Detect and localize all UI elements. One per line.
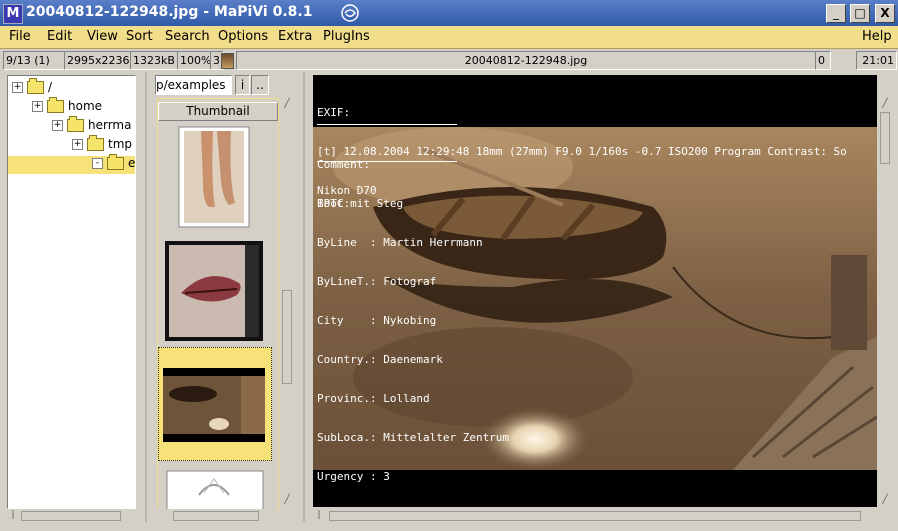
iptc-country: Country.: Daenemark [317, 353, 443, 366]
scroll-up-icon[interactable]: ╱ [281, 98, 293, 110]
viewer-vscrollbar[interactable]: ╱ ╱ [879, 98, 891, 508]
viewer-hscrollbar[interactable]: | [313, 509, 877, 521]
collapse-icon[interactable]: - [92, 158, 103, 169]
expand-icon[interactable]: + [32, 101, 43, 112]
swirl-icon [341, 4, 359, 22]
menu-edit[interactable]: Edit [47, 29, 72, 44]
title-bar[interactable]: M 20040812-122948.jpg - MaPiVi 0.8.1 _ □… [0, 0, 898, 27]
menu-file[interactable]: File [9, 29, 31, 44]
info-tab[interactable]: i [235, 75, 250, 95]
status-time: 21:01 [856, 51, 897, 70]
divider [317, 161, 457, 162]
divider [317, 124, 457, 125]
folder-icon [87, 135, 104, 151]
thumbnail-list[interactable]: Thumbnail [157, 98, 279, 512]
boat-image [163, 368, 265, 442]
scroll-thumb[interactable] [21, 511, 121, 521]
comment-heading: Comment: [317, 158, 370, 171]
lips-image [165, 241, 263, 341]
status-filename: 20040812-122948.jpg [236, 51, 816, 70]
splitter-left[interactable] [145, 72, 147, 522]
thumbnail-hscrollbar[interactable] [157, 509, 277, 521]
thumbnail-header[interactable]: Thumbnail [158, 102, 278, 121]
flower-thumbnail[interactable] [159, 465, 269, 512]
lips-thumbnail[interactable] [159, 235, 269, 343]
scroll-up-icon[interactable]: ╱ [879, 98, 891, 110]
iptc-heading: IPTC: [317, 197, 351, 210]
menu-help[interactable]: Help [862, 29, 892, 44]
directory-tree[interactable]: + / + home + herrma + tmp -e [7, 75, 136, 509]
app-icon[interactable]: M [3, 4, 23, 24]
boat-thumbnail[interactable] [158, 347, 272, 461]
iptc-byline: ByLine : Martin Herrmann [317, 236, 483, 249]
iptc-city: City : Nykobing [317, 314, 437, 327]
folder-icon [47, 97, 64, 113]
scroll-left-icon[interactable]: | [313, 509, 325, 521]
tree-node-label: home [68, 99, 103, 113]
thumb-tabs: p/examples i .. [155, 75, 279, 95]
tree-node-root[interactable]: + / [12, 78, 53, 98]
menu-sort[interactable]: Sort [126, 29, 153, 44]
scroll-down-icon[interactable]: ╱ [879, 494, 891, 506]
status-position: 9/13 (1) [3, 51, 66, 70]
menu-options[interactable]: Options [218, 29, 268, 44]
feet-thumbnail[interactable] [159, 123, 269, 231]
exif-overlay: EXIF: [t] 12.08.2004 12:29:48 18mm (27mm… [317, 80, 877, 197]
tree-node-selected[interactable]: -e [8, 154, 136, 174]
image-viewer[interactable]: EXIF: [t] 12.08.2004 12:29:48 18mm (27mm… [313, 75, 877, 507]
scroll-thumb[interactable] [173, 511, 259, 521]
flower-image [166, 470, 264, 512]
iptc-overlay: IPTC: ByLine : Martin Herrmann ByLineT.:… [317, 171, 509, 507]
scroll-thumb[interactable] [282, 290, 292, 384]
exif-heading: EXIF: [317, 106, 351, 119]
splitter-right[interactable] [303, 72, 305, 522]
folder-icon [107, 154, 124, 170]
menu-extra[interactable]: Extra [278, 29, 312, 44]
close-button[interactable]: X [875, 4, 895, 23]
tree-node-herrma[interactable]: + herrma [52, 116, 132, 136]
tree-node-label: / [48, 80, 53, 94]
window-title: 20040812-122948.jpg - MaPiVi 0.8.1 [26, 4, 313, 20]
menu-search[interactable]: Search [165, 29, 210, 44]
scroll-down-icon[interactable]: ╱ [281, 494, 293, 506]
scroll-thumb[interactable] [329, 511, 861, 521]
expand-icon[interactable]: + [12, 82, 23, 93]
feet-image [178, 126, 250, 228]
iptc-bylinetitle: ByLineT.: Fotograf [317, 275, 437, 288]
iptc-province: Provinc.: Lolland [317, 392, 430, 405]
tree-hscrollbar[interactable]: | [7, 509, 134, 521]
status-count: 0 [815, 51, 831, 70]
scroll-thumb[interactable] [880, 112, 890, 164]
tree-node-label: tmp [108, 137, 133, 151]
menu-plugins[interactable]: PlugIns [323, 29, 370, 44]
minimize-button[interactable]: _ [826, 4, 846, 23]
tree-node-label: herrma [88, 118, 132, 132]
mini-preview-icon [221, 53, 234, 69]
scroll-left-icon[interactable]: | [7, 509, 19, 521]
tree-node-tmp[interactable]: + tmp [72, 135, 133, 155]
folder-icon [27, 78, 44, 94]
tree-node-label: e [128, 156, 136, 170]
thumbnail-vscrollbar[interactable]: ╱ ╱ [281, 98, 293, 508]
path-tab[interactable]: p/examples [155, 75, 232, 95]
menu-view[interactable]: View [87, 29, 118, 44]
parent-dir-tab[interactable]: .. [251, 75, 269, 95]
iptc-urgency: Urgency : 3 [317, 470, 390, 483]
status-zoom: 100% [177, 51, 213, 70]
tree-node-home[interactable]: + home [32, 97, 103, 117]
status-dimensions: 2995x2236 [64, 51, 132, 70]
expand-icon[interactable]: + [52, 120, 63, 131]
menu-bar: File Edit View Sort Search Options Extra… [0, 26, 898, 49]
status-bar: 9/13 (1) 2995x2236 1323kB 100% 3 2004081… [0, 50, 898, 70]
status-filesize: 1323kB [130, 51, 180, 70]
expand-icon[interactable]: + [72, 139, 83, 150]
iptc-sublocation: SubLoca.: Mittelalter Zentrum [317, 431, 510, 444]
maximize-button[interactable]: □ [850, 4, 870, 23]
folder-icon [67, 116, 84, 132]
